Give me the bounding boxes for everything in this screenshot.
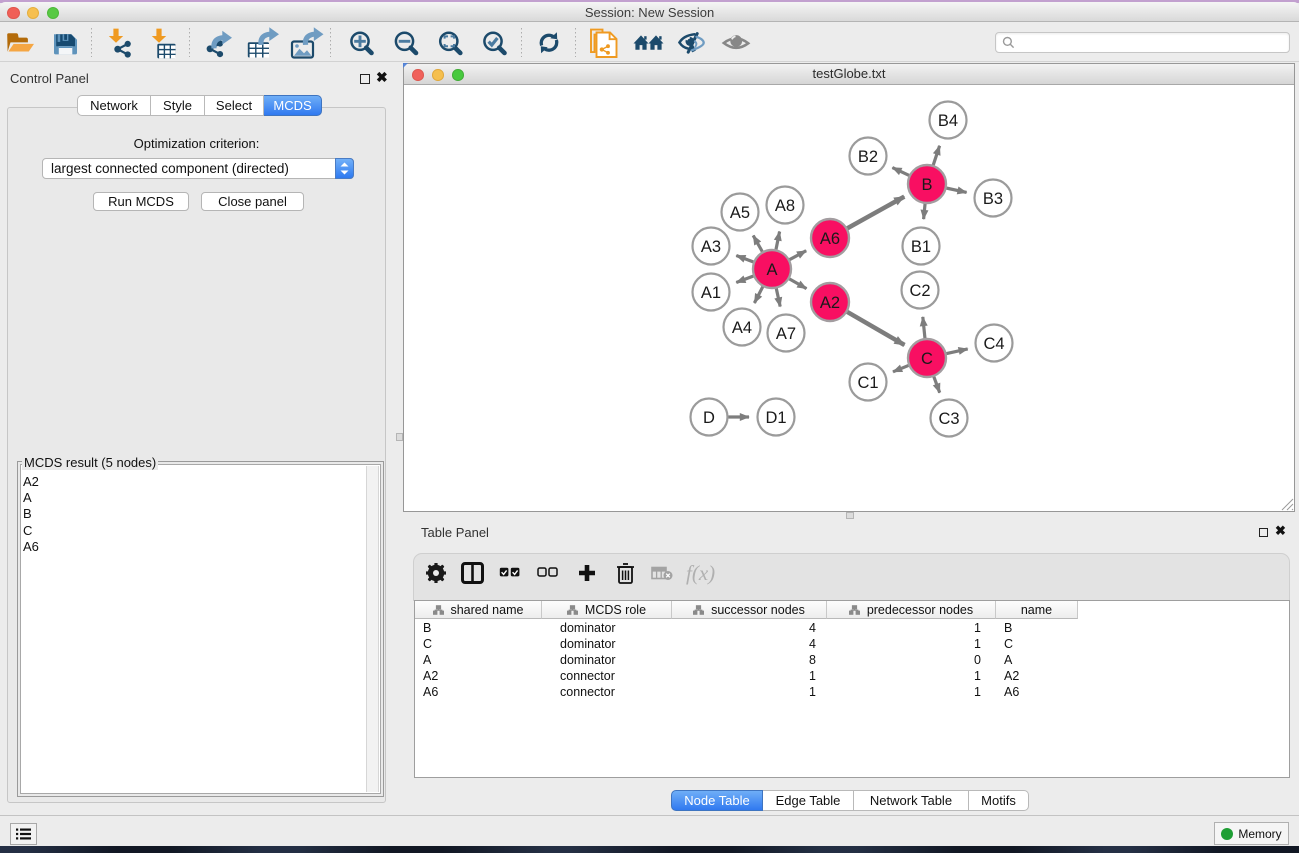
svg-text:A6: A6 — [820, 230, 840, 248]
svg-text:A4: A4 — [732, 319, 752, 337]
svg-text:B1: B1 — [911, 238, 931, 256]
svg-text:A2: A2 — [820, 294, 840, 312]
svg-text:A8: A8 — [775, 197, 795, 215]
svg-text:A1: A1 — [701, 284, 721, 302]
svg-text:D1: D1 — [765, 409, 786, 427]
svg-text:C3: C3 — [938, 410, 959, 428]
svg-text:C2: C2 — [909, 282, 930, 300]
svg-text:A: A — [766, 261, 777, 279]
svg-text:B3: B3 — [983, 190, 1003, 208]
svg-text:A7: A7 — [776, 325, 796, 343]
svg-text:C: C — [921, 350, 933, 368]
svg-text:B4: B4 — [938, 112, 958, 130]
svg-text:B2: B2 — [858, 148, 878, 166]
svg-text:C4: C4 — [983, 335, 1004, 353]
svg-text:C1: C1 — [857, 374, 878, 392]
svg-text:B: B — [921, 176, 932, 194]
svg-text:D: D — [703, 409, 715, 427]
svg-text:A3: A3 — [701, 238, 721, 256]
svg-text:A5: A5 — [730, 204, 750, 222]
